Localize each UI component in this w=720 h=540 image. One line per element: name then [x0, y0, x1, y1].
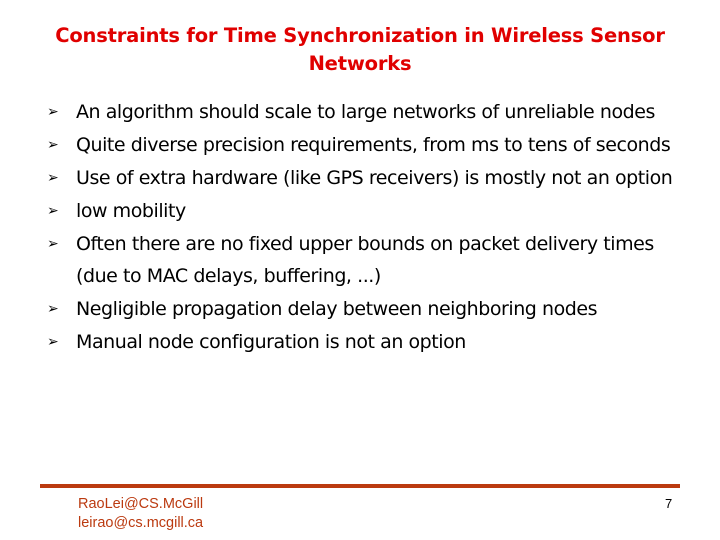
bullet-item: ➢ Often there are no fixed upper bounds …: [47, 229, 687, 292]
arrowhead-bullet-icon: ➢: [47, 300, 59, 317]
slide-title: Constraints for Time Synchronization in …: [55, 24, 665, 75]
arrowhead-bullet-icon: ➢: [47, 203, 59, 219]
bullet-item: ➢ Negligible propagation delay between n…: [47, 294, 687, 326]
footer-credit-name: RaoLei@CS.McGill: [78, 496, 204, 512]
footer-divider: [40, 484, 680, 488]
bullet-text: Use of extra hardware (like GPS receiver…: [76, 167, 673, 189]
arrowhead-bullet-icon: ➢: [47, 333, 59, 350]
bullet-item: ➢ An algorithm should scale to large net…: [47, 97, 687, 129]
footer-credit-email: leirao@cs.mcgill.ca: [78, 515, 204, 531]
bullet-text: Quite diverse precision requirements, fr…: [76, 134, 671, 156]
arrowhead-bullet-icon: ➢: [47, 137, 59, 153]
bullet-text: Negligible propagation delay between nei…: [76, 297, 598, 320]
page-number: 7: [665, 496, 673, 511]
bullet-item: ➢ Use of extra hardware (like GPS receiv…: [47, 163, 687, 195]
footer-credit: RaoLei@CS.McGill leirao@cs.mcgill.ca: [78, 495, 203, 533]
bullet-text: low mobility: [76, 200, 186, 222]
arrowhead-bullet-icon: ➢: [47, 236, 59, 252]
bullet-item: ➢ Quite diverse precision requirements, …: [47, 130, 687, 162]
bullet-text: An algorithm should scale to large netwo…: [76, 101, 655, 123]
arrowhead-bullet-icon: ➢: [47, 104, 59, 120]
bullet-item: ➢ low mobility: [47, 196, 687, 228]
bullet-text: Often there are no fixed upper bounds on…: [76, 233, 654, 287]
bullet-list: ➢ An algorithm should scale to large net…: [47, 97, 687, 360]
bullet-item: ➢ Manual node configuration is not an op…: [47, 327, 687, 359]
bullet-text: Manual node configuration is not an opti…: [76, 330, 466, 353]
arrowhead-bullet-icon: ➢: [47, 170, 59, 186]
